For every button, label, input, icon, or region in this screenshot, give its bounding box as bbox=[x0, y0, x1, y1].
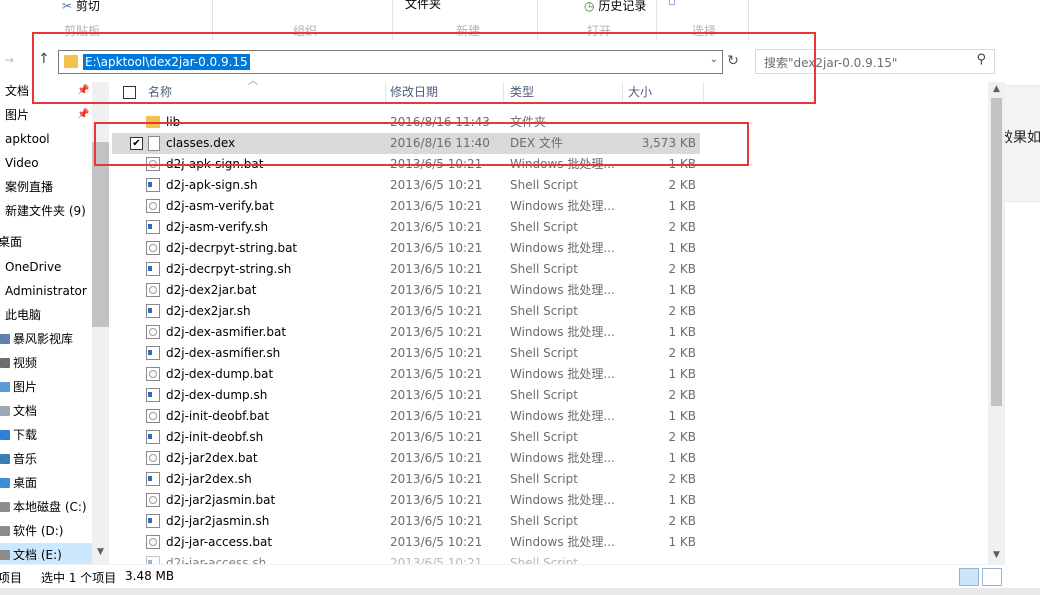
batch-file-icon bbox=[146, 367, 160, 381]
nav-item-live[interactable]: 案例直播 bbox=[5, 175, 53, 199]
shell-script-icon bbox=[146, 346, 160, 360]
drive-icon bbox=[0, 550, 10, 560]
shell-script-icon bbox=[146, 262, 160, 276]
batch-file-icon bbox=[146, 241, 160, 255]
table-row[interactable]: d2j-decrpyt-string.sh 2013/6/5 10:21 Shell… bbox=[112, 259, 702, 280]
details-view-button[interactable] bbox=[959, 568, 979, 586]
table-row[interactable]: d2j-asm-verify.bat 2013/6/5 10:21 Windows … bbox=[112, 196, 702, 217]
nav-item-videos[interactable]: 视频 bbox=[0, 351, 37, 375]
nav-item-administrator[interactable]: Administrator bbox=[5, 279, 87, 303]
drive-icon bbox=[0, 526, 10, 536]
library-icon bbox=[0, 334, 10, 344]
batch-file-icon bbox=[146, 493, 160, 507]
table-row[interactable]: d2j-jar2jasmin.bat 2013/6/5 10:21 Windows … bbox=[112, 490, 702, 511]
background-text: 效果如 bbox=[999, 130, 1040, 146]
shell-script-icon bbox=[146, 430, 160, 444]
table-row[interactable]: d2j-dex-asmifier.sh 2013/6/5 10:21 Shell S… bbox=[112, 343, 702, 364]
shell-script-icon bbox=[146, 220, 160, 234]
nav-item-drive-c[interactable]: 本地磁盘 (C:) bbox=[0, 495, 87, 519]
table-row[interactable]: d2j-decrpyt-string.bat 2013/6/5 10:21 Wind… bbox=[112, 238, 702, 259]
table-row[interactable]: d2j-jar2dex.sh 2013/6/5 10:21 Shell Script… bbox=[112, 469, 702, 490]
nav-item-desktop-pc[interactable]: 桌面 bbox=[0, 471, 37, 495]
table-row[interactable]: d2j-jar-access.bat 2013/6/5 10:21 Windows … bbox=[112, 532, 702, 553]
folder-button[interactable]: 文件夹 bbox=[405, 0, 441, 12]
desktop-icon bbox=[0, 478, 10, 488]
history-icon: ◷ bbox=[584, 0, 595, 13]
table-row[interactable]: d2j-apk-sign.sh 2013/6/5 10:21 Shell Scrip… bbox=[112, 175, 702, 196]
nav-item-baofeng[interactable]: 暴风影视库 bbox=[0, 327, 73, 351]
document-icon bbox=[0, 406, 10, 416]
nav-item-this-pc[interactable]: 此电脑 bbox=[5, 303, 41, 327]
shell-script-icon bbox=[146, 472, 160, 486]
nav-item-onedrive[interactable]: OneDrive bbox=[5, 255, 61, 279]
file-list-scrollbar[interactable]: ▲ ▼ bbox=[988, 82, 1005, 564]
table-row[interactable]: d2j-asm-verify.sh 2013/6/5 10:21 Shell Scr… bbox=[112, 217, 702, 238]
status-size: 3.48 MB bbox=[125, 569, 175, 583]
background-window: 效果如 bbox=[999, 0, 1040, 595]
back-arrow-icon[interactable]: → bbox=[4, 53, 14, 67]
status-selection: 选中 1 个项目 bbox=[41, 571, 117, 585]
table-row[interactable]: d2j-jar2dex.bat 2013/6/5 10:21 Windows 批处理… bbox=[112, 448, 702, 469]
highlight-box-classes-dex bbox=[94, 122, 749, 166]
music-icon bbox=[0, 454, 10, 464]
pin-icon[interactable]: 📌 bbox=[77, 103, 89, 127]
batch-file-icon bbox=[146, 325, 160, 339]
batch-file-icon bbox=[146, 409, 160, 423]
table-row[interactable]: d2j-dex-dump.sh 2013/6/5 10:21 Shell Scrip… bbox=[112, 385, 702, 406]
select-icon[interactable]: ▫ bbox=[668, 0, 676, 8]
shell-script-icon bbox=[146, 514, 160, 528]
table-row[interactable]: d2j-init-deobf.sh 2013/6/5 10:21 Shell Scr… bbox=[112, 427, 702, 448]
file-list-scroll-thumb[interactable] bbox=[991, 98, 1002, 406]
nav-item-music[interactable]: 音乐 bbox=[0, 447, 37, 471]
nav-item-newfolder[interactable]: 新建文件夹 (9) bbox=[5, 199, 86, 223]
table-row[interactable]: d2j-init-deobf.bat 2013/6/5 10:21 Windows … bbox=[112, 406, 702, 427]
highlight-box-address bbox=[32, 32, 816, 104]
scroll-down-icon[interactable]: ▼ bbox=[988, 548, 1005, 562]
batch-file-icon bbox=[146, 535, 160, 549]
batch-file-icon bbox=[146, 283, 160, 297]
cut-button[interactable]: ✂ 剪切 bbox=[62, 0, 100, 14]
video-icon bbox=[0, 358, 10, 368]
nav-scroll-thumb[interactable] bbox=[92, 142, 109, 327]
shell-script-icon bbox=[146, 304, 160, 318]
search-icon[interactable]: ⚲ bbox=[976, 52, 986, 67]
table-row[interactable]: d2j-dex-dump.bat 2013/6/5 10:21 Windows 批处… bbox=[112, 364, 702, 385]
nav-item-desktop[interactable]: 桌面 bbox=[0, 230, 22, 254]
batch-file-icon bbox=[146, 451, 160, 465]
table-row[interactable]: d2j-dex-asmifier.bat 2013/6/5 10:21 Window… bbox=[112, 322, 702, 343]
history-button[interactable]: ◷ 历史记录 bbox=[584, 0, 646, 14]
nav-item-images[interactable]: 图片 bbox=[0, 375, 37, 399]
nav-item-documents[interactable]: 文档 📌 bbox=[5, 79, 89, 103]
drive-icon bbox=[0, 502, 10, 512]
taskbar-edge bbox=[0, 588, 1040, 595]
nav-item-downloads[interactable]: 下载 bbox=[0, 423, 37, 447]
scroll-down-icon[interactable]: ▼ bbox=[92, 544, 109, 561]
shell-script-icon bbox=[146, 556, 160, 564]
table-row[interactable]: d2j-jar-access.sh 2013/6/5 10:21 Shell Scr… bbox=[112, 553, 702, 564]
navigation-pane: 文档 📌 图片 📌 apktool Video 案例直播 新建文件夹 (9) 桌面 … bbox=[0, 79, 92, 567]
nav-item-pictures[interactable]: 图片 📌 bbox=[5, 103, 89, 127]
table-row[interactable]: d2j-dex2jar.bat 2013/6/5 10:21 Windows 批处理… bbox=[112, 280, 702, 301]
shell-script-icon bbox=[146, 388, 160, 402]
status-bar: 项目 选中 1 个项目 3.48 MB bbox=[0, 564, 1005, 589]
scissors-icon: ✂ bbox=[62, 0, 73, 13]
status-item-count: 项目 bbox=[0, 571, 23, 585]
shell-script-icon bbox=[146, 178, 160, 192]
table-row[interactable]: d2j-dex2jar.sh 2013/6/5 10:21 Shell Script… bbox=[112, 301, 702, 322]
download-icon bbox=[0, 430, 10, 440]
nav-item-apktool[interactable]: apktool bbox=[5, 127, 50, 151]
image-icon bbox=[0, 382, 10, 392]
nav-item-video[interactable]: Video bbox=[5, 151, 39, 175]
table-row[interactable]: d2j-jar2jasmin.sh 2013/6/5 10:21 Shell Scr… bbox=[112, 511, 702, 532]
batch-file-icon bbox=[146, 199, 160, 213]
scroll-up-icon[interactable]: ▲ bbox=[988, 82, 1005, 96]
nav-item-drive-d[interactable]: 软件 (D:) bbox=[0, 519, 63, 543]
nav-item-docs[interactable]: 文档 bbox=[0, 399, 37, 423]
large-icons-view-button[interactable] bbox=[982, 568, 1002, 586]
